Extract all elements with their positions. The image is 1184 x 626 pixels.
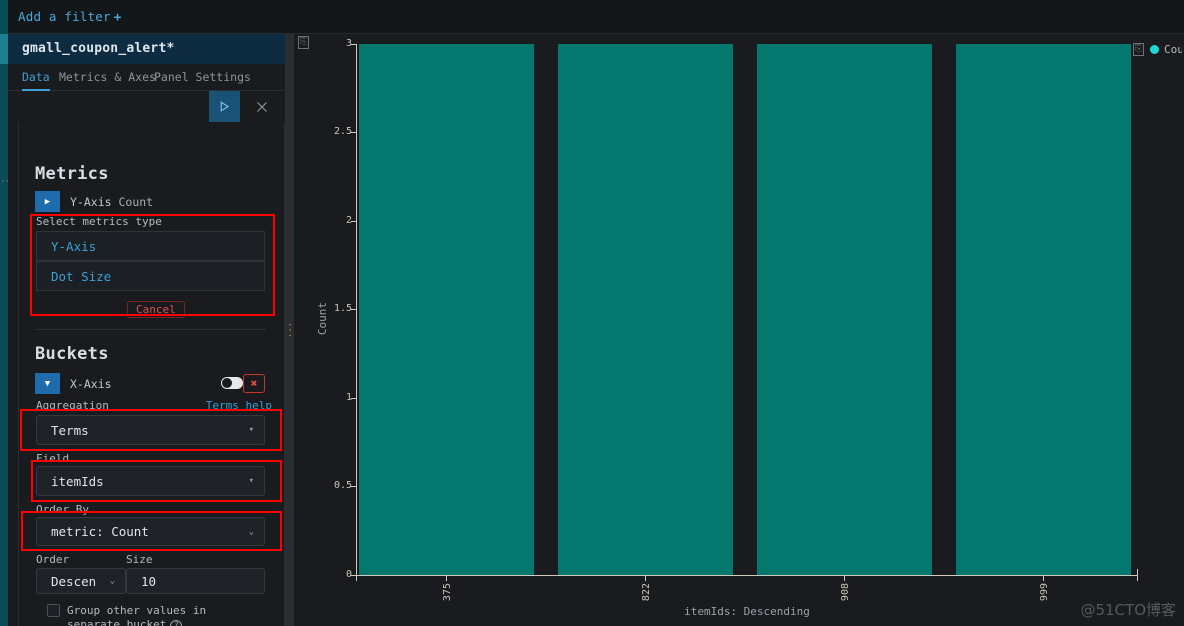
editor-scroll-region: Metrics ▶ Y-Axis Count Select metrics ty… [18, 122, 285, 626]
x-axis-start-cap [356, 569, 357, 581]
select-metrics-type-label: Select metrics type [36, 215, 162, 228]
left-edge-strip-lower [0, 64, 8, 626]
bar-2[interactable] [757, 44, 932, 575]
metrics-expand-toggle-icon[interactable]: ▶ [35, 191, 60, 212]
x-tick-mark [645, 575, 646, 581]
metrics-section-title: Metrics [35, 164, 109, 184]
help-icon[interactable]: ? [170, 620, 183, 626]
cancel-button[interactable]: Cancel [127, 301, 185, 318]
y-tick-mark [351, 44, 356, 45]
visualization-editor-panel: gmall_coupon_alert* Data Metrics & Axes … [8, 34, 293, 626]
left-edge-strip-top [0, 0, 8, 34]
filter-bar: Add a filter + [8, 0, 1184, 34]
chevron-down-icon: ⌄ [109, 576, 115, 586]
buckets-agg-label: X-Axis [70, 376, 112, 391]
add-filter-button[interactable]: Add a filter + [18, 9, 121, 24]
size-input[interactable]: 10 [126, 568, 265, 594]
visualization-chart-panel: ⎘ ⎘ Count 3 2.5 2 1.5 1 0.5 0 Count [294, 34, 1184, 626]
left-edge-ellipsis-icon: ·· [0, 177, 10, 187]
metrics-agg-type: Y-Axis [70, 194, 112, 209]
x-tick-label: 908 [840, 583, 851, 602]
order-label: Order [36, 553, 70, 566]
y-tick-label: 1 [345, 392, 352, 403]
group-other-values-text: Group other values in separate bucket [67, 604, 207, 626]
editor-action-bar [8, 91, 285, 122]
y-tick-label: 0.5 [333, 480, 352, 491]
order-by-value: metric: Count [51, 524, 149, 539]
tab-metrics-and-axes[interactable]: Metrics & Axes [59, 70, 156, 84]
metric-option-y-axis[interactable]: Y-Axis [36, 231, 265, 261]
left-edge-strip-highlight [0, 34, 8, 64]
discard-changes-button[interactable] [246, 91, 277, 122]
bar-1[interactable] [558, 44, 733, 575]
plus-icon: + [113, 9, 122, 24]
add-filter-label: Add a filter [18, 9, 111, 24]
metrics-agg-row[interactable]: ▶ Y-Axis Count [35, 191, 153, 212]
terms-help-link[interactable]: Terms help [206, 399, 272, 412]
y-tick-label: 0 [345, 569, 352, 580]
y-tick-mark [351, 309, 356, 310]
panel-resize-grip-icon[interactable]: ··· [284, 322, 294, 338]
y-tick-label: 3 [345, 38, 352, 49]
y-tick-mark [351, 486, 356, 487]
tab-panel-settings[interactable]: Panel Settings [154, 70, 251, 84]
x-tick-mark [844, 575, 845, 581]
chevron-down-icon: ▾ [248, 476, 254, 486]
chevron-down-icon: ⌄ [248, 526, 254, 537]
y-axis-title: Count [316, 302, 329, 336]
y-tick-label: 2 [345, 215, 352, 226]
section-divider [35, 329, 266, 330]
order-by-select[interactable]: metric: Count ⌄ [36, 517, 265, 546]
apply-changes-button[interactable] [209, 91, 240, 122]
bar-3[interactable] [956, 44, 1131, 575]
index-pattern-header: gmall_coupon_alert* [8, 34, 285, 64]
y-tick-mark [351, 132, 356, 133]
bucket-delete-button[interactable]: ✖ [243, 374, 265, 393]
metrics-agg-label: Y-Axis Count [70, 195, 153, 209]
y-tick-mark [351, 398, 356, 399]
field-label: Field [36, 452, 70, 465]
x-tick-label: 999 [1039, 583, 1050, 602]
x-tick-mark [446, 575, 447, 581]
y-tick-mark [351, 221, 356, 222]
metrics-agg-value: Count [118, 194, 154, 209]
chart-plot-area: 3 2.5 2 1.5 1 0.5 0 Count 375 822 908 99… [294, 34, 1184, 626]
x-axis-title: itemIds: Descending [684, 605, 810, 618]
order-value: Descen [51, 573, 97, 589]
metric-option-dot-size[interactable]: Dot Size [36, 261, 265, 291]
buckets-expand-toggle-icon[interactable]: ▼ [35, 373, 60, 394]
group-other-values-checkbox-row[interactable]: Group other values in separate bucket? [47, 604, 262, 626]
size-value: 10 [141, 573, 157, 589]
chevron-down-icon: ▾ [248, 425, 254, 435]
aggregation-select[interactable]: Terms ▾ [36, 415, 265, 445]
order-by-label: Order By [36, 503, 89, 516]
metric-option-y-axis-label: Y-Axis [51, 238, 97, 254]
aggregation-value: Terms [51, 422, 89, 438]
x-axis-end-cap [1137, 569, 1138, 581]
order-select[interactable]: Descen ⌄ [36, 568, 126, 594]
bucket-enable-toggle[interactable] [221, 377, 243, 389]
x-tick-mark [1043, 575, 1044, 581]
index-pattern-title: gmall_coupon_alert* [22, 41, 175, 56]
x-tick-label: 375 [442, 583, 453, 602]
metric-option-dot-size-label: Dot Size [51, 268, 112, 284]
x-tick-label: 822 [641, 583, 652, 602]
field-value: itemIds [51, 473, 104, 489]
y-axis-line [356, 44, 357, 575]
kibana-visualize-editor: ·· Add a filter + gmall_coupon_alert* Dat… [0, 0, 1184, 626]
buckets-agg-row[interactable]: ▼ X-Axis [35, 373, 112, 394]
buckets-section-title: Buckets [35, 344, 109, 364]
group-other-values-checkbox[interactable] [47, 604, 60, 617]
y-tick-label: 2.5 [333, 126, 352, 137]
editor-tabs: Data Metrics & Axes Panel Settings [8, 64, 285, 91]
tab-data[interactable]: Data [22, 70, 50, 91]
group-other-values-label: Group other values in separate bucket? [67, 604, 262, 626]
size-label: Size [126, 553, 153, 566]
aggregation-label: Aggregation [36, 399, 109, 412]
x-axis-line [356, 575, 1138, 576]
field-select[interactable]: itemIds ▾ [36, 466, 265, 496]
bar-0[interactable] [359, 44, 534, 575]
